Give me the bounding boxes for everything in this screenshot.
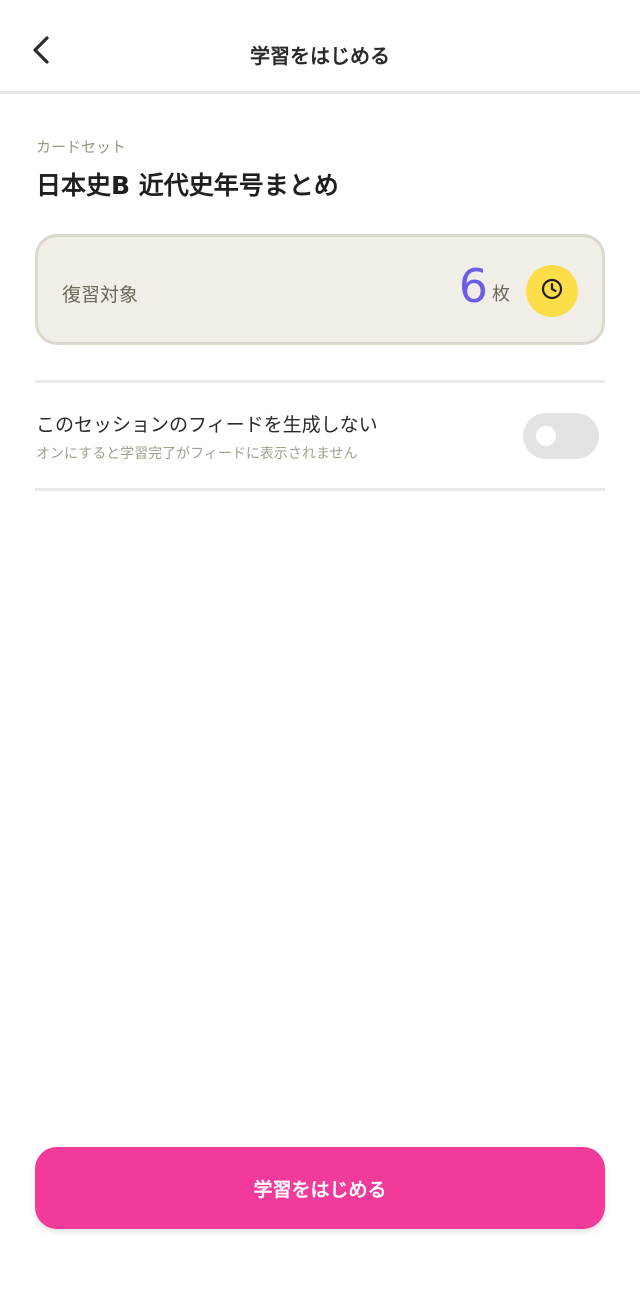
divider <box>35 488 605 491</box>
start-learning-button[interactable]: 学習をはじめる <box>35 1147 605 1229</box>
clock-icon <box>540 277 564 305</box>
review-count-unit: 枚 <box>492 284 510 305</box>
card-set-label: カードセット <box>36 138 127 156</box>
divider <box>35 380 605 383</box>
header-bar: 学習をはじめる <box>0 0 640 94</box>
feed-setting-toggle[interactable] <box>523 413 599 459</box>
review-count: 6 <box>458 259 488 313</box>
toggle-knob <box>536 426 556 446</box>
review-target-card: 復習対象 6 枚 <box>35 234 605 345</box>
feed-setting-description: オンにすると学習完了がフィードに表示されません <box>36 446 358 462</box>
page-title: 学習をはじめる <box>250 44 390 68</box>
card-set-name: 日本史B 近代史年号まとめ <box>36 171 339 200</box>
feed-setting-title: このセッションのフィードを生成しない <box>36 414 378 436</box>
review-target-label: 復習対象 <box>62 284 139 306</box>
schedule-button[interactable] <box>526 265 578 317</box>
